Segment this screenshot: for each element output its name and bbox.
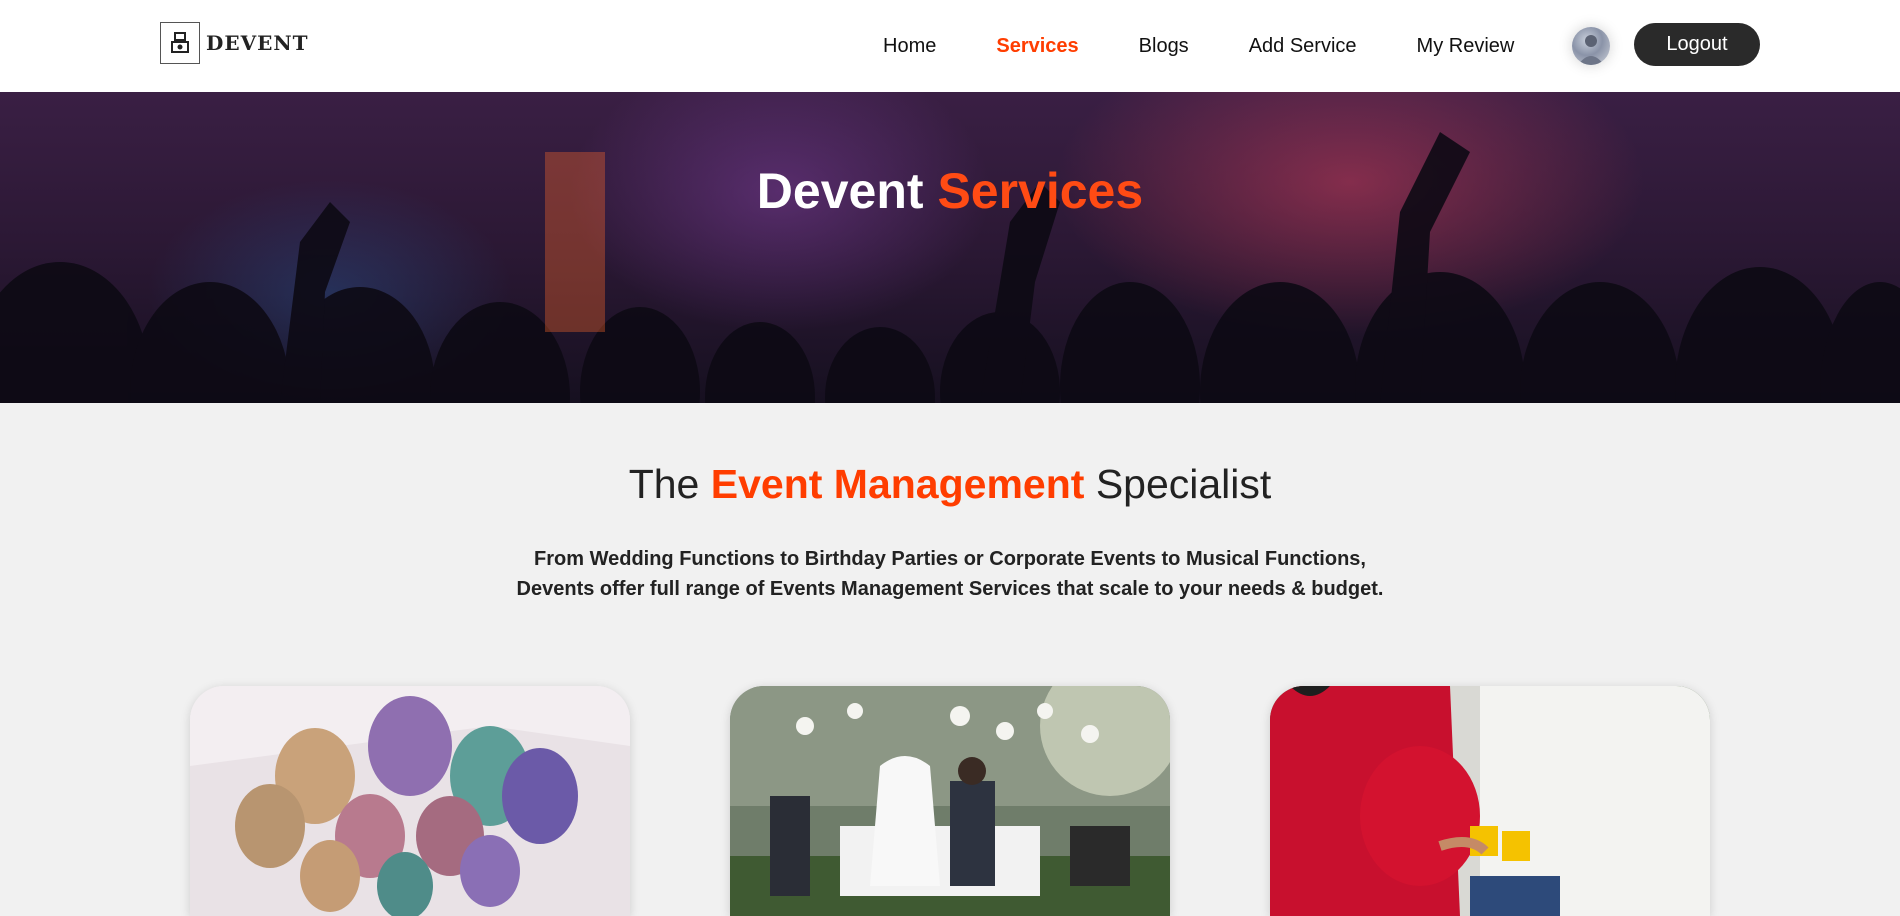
description-line-1: From Wedding Functions to Birthday Parti… [534,548,1366,570]
service-card-maternity[interactable] [1270,686,1710,916]
maternity-photo-image [1270,686,1710,916]
hero-title-main: Devent [756,163,924,219]
section-description: From Wedding Functions to Birthday Parti… [0,544,1900,604]
description-line-2: Devents offer full range of Events Manag… [516,578,1384,600]
top-navbar: DEVENT Home Services Blogs Add Service M… [0,0,1900,92]
logout-button[interactable]: Logout [1634,23,1760,66]
section-heading: The Event Management Specialist [0,461,1900,508]
camera-stack-icon [160,22,200,64]
wedding-ceremony-image [730,686,1170,916]
heading-accent: Event Management [710,461,1085,507]
nav-my-review[interactable]: My Review [1417,35,1515,58]
service-card-birthday[interactable] [190,686,630,916]
nav-services[interactable]: Services [996,35,1078,58]
hero-title-accent: Services [937,163,1144,219]
main-nav: Home Services Blogs Add Service My Revie… [883,0,1514,92]
heading-part1: The [628,461,700,507]
service-card-wedding[interactable] [730,686,1170,916]
logo-text: DEVENT [206,31,309,55]
nav-add-service[interactable]: Add Service [1249,35,1357,58]
hero-banner: Devent Services [0,92,1900,403]
balloons-image [190,686,630,916]
heading-part2: Specialist [1095,461,1272,507]
hero-title: Devent Services [0,162,1900,220]
nav-home[interactable]: Home [883,35,936,58]
nav-blogs[interactable]: Blogs [1139,35,1189,58]
user-avatar[interactable] [1572,27,1610,65]
site-logo[interactable]: DEVENT [160,22,309,64]
concert-crowd-image [0,132,1900,403]
